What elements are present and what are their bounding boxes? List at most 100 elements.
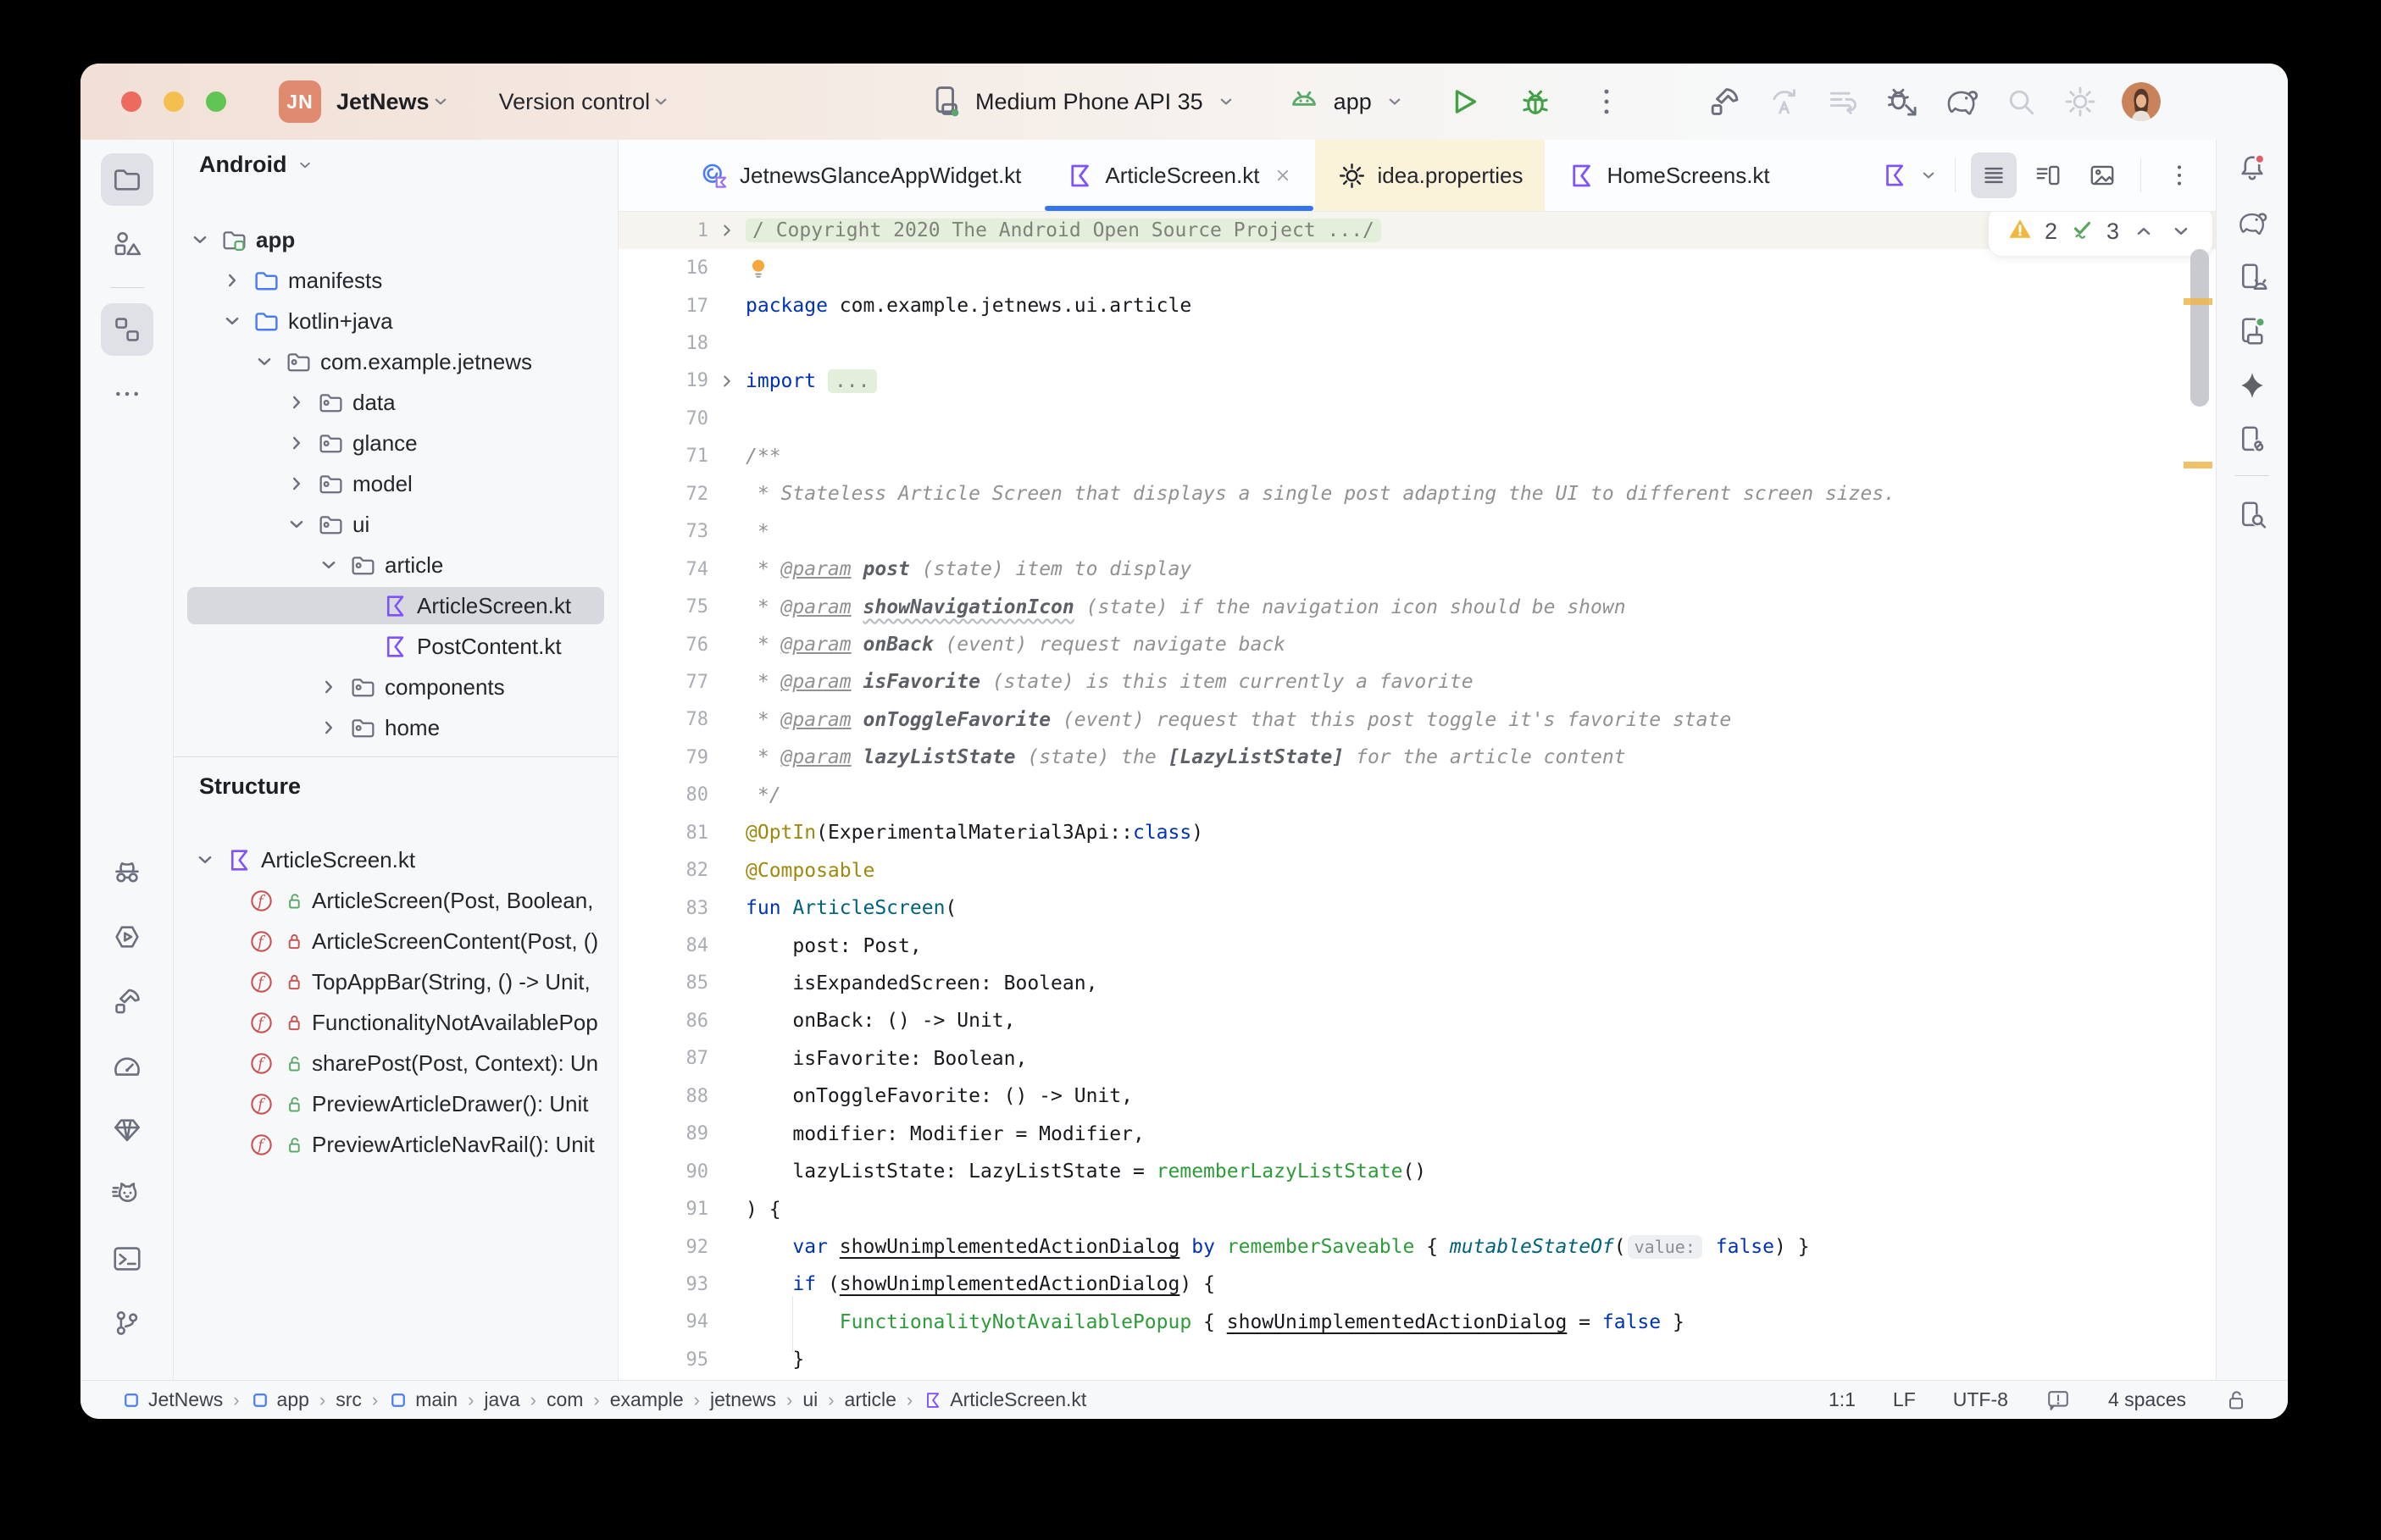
- user-avatar[interactable]: [2122, 82, 2161, 121]
- chevron-down-icon[interactable]: [284, 512, 309, 537]
- breadcrumb-item-src[interactable]: src: [336, 1388, 362, 1411]
- code-line-76[interactable]: 76 * @param onBack (event) request navig…: [619, 626, 2216, 663]
- warning-stripe-mark[interactable]: [2184, 462, 2212, 468]
- more-options-button[interactable]: [2156, 152, 2202, 198]
- structure-item[interactable]: f FunctionalityNotAvailablePop: [174, 1002, 618, 1043]
- tree-item-components[interactable]: components: [174, 667, 618, 707]
- code-line-90[interactable]: 90 lazyListState: LazyListState = rememb…: [619, 1153, 2216, 1190]
- more-tool-windows-button[interactable]: [101, 368, 153, 420]
- code-line-79[interactable]: 79 * @param lazyListState (state) the [L…: [619, 739, 2216, 776]
- line-number[interactable]: 92: [619, 1237, 708, 1258]
- encoding-indicator[interactable]: UTF-8: [1953, 1388, 2008, 1411]
- resource-manager-button[interactable]: [101, 218, 153, 270]
- app-quality-insights-button[interactable]: [101, 1104, 153, 1156]
- tab-homescreens-kt[interactable]: HomeScreens.kt: [1545, 140, 1791, 211]
- structure-file-row[interactable]: ArticleScreen.kt: [174, 839, 618, 880]
- code-line-87[interactable]: 87 isFavorite: Boolean,: [619, 1040, 2216, 1077]
- close-window-button[interactable]: [121, 91, 142, 112]
- line-number[interactable]: 85: [619, 972, 708, 994]
- close-icon[interactable]: [1273, 165, 1293, 186]
- chevron-right-icon[interactable]: [284, 390, 309, 415]
- line-number[interactable]: 93: [619, 1274, 708, 1295]
- tree-item-manifests[interactable]: manifests: [174, 260, 618, 301]
- line-number[interactable]: 77: [619, 672, 708, 693]
- tree-item-data[interactable]: data: [174, 382, 618, 423]
- tree-item-com-example-jetnews[interactable]: com.example.jetnews: [174, 341, 618, 382]
- terminal-button[interactable]: [101, 1233, 153, 1285]
- maximize-window-button[interactable]: [206, 91, 226, 112]
- code-line-19[interactable]: 19import ...: [619, 363, 2216, 400]
- structure-item[interactable]: f PreviewArticleNavRail(): Unit: [174, 1124, 618, 1165]
- device-explorer-button[interactable]: [2228, 491, 2276, 539]
- device-mirroring-button[interactable]: [2228, 416, 2276, 463]
- code-line-1[interactable]: 1/ Copyright 2020 The Android Open Sourc…: [619, 212, 2216, 249]
- tree-item-app[interactable]: app: [174, 219, 618, 260]
- code-line-70[interactable]: 70: [619, 400, 2216, 437]
- tree-item-articlescreen-kt[interactable]: ArticleScreen.kt: [174, 585, 618, 626]
- structure-tool-button[interactable]: [101, 303, 153, 356]
- version-control-menu[interactable]: Version control: [499, 89, 651, 115]
- code-line-92[interactable]: 92 var showUnimplementedActionDialog by …: [619, 1228, 2216, 1266]
- build-button[interactable]: [1707, 84, 1742, 119]
- sync-a-icon[interactable]: [1766, 84, 1801, 119]
- code-line-84[interactable]: 84 post: Post,: [619, 927, 2216, 964]
- line-number[interactable]: 83: [619, 898, 708, 919]
- breadcrumb-item-java[interactable]: java: [484, 1388, 519, 1411]
- run-configuration-selector[interactable]: app: [1334, 89, 1372, 115]
- hidden-tabs-chevron-icon[interactable]: [1918, 164, 1940, 186]
- line-number[interactable]: 90: [619, 1161, 708, 1183]
- line-number[interactable]: 70: [619, 408, 708, 429]
- line-number[interactable]: 74: [619, 559, 708, 580]
- structure-item[interactable]: f ArticleScreenContent(Post, (): [174, 921, 618, 961]
- intention-bulb-icon[interactable]: [746, 255, 771, 282]
- chevron-down-icon[interactable]: [219, 308, 245, 334]
- code-line-74[interactable]: 74 * @param post (state) item to display: [619, 551, 2216, 588]
- code-line-18[interactable]: 18: [619, 324, 2216, 362]
- running-devices-button[interactable]: [2228, 307, 2276, 355]
- chevron-right-icon[interactable]: [219, 268, 245, 293]
- split-view-button[interactable]: [2025, 152, 2071, 198]
- project-name-menu[interactable]: JetNews: [336, 89, 430, 115]
- code-line-17[interactable]: 17package com.example.jetnews.ui.article: [619, 287, 2216, 324]
- code-line-94[interactable]: 94 FunctionalityNotAvailablePopup { show…: [619, 1304, 2216, 1341]
- tab-articlescreen-kt[interactable]: ArticleScreen.kt: [1043, 140, 1315, 211]
- tree-item-glance[interactable]: glance: [174, 423, 618, 463]
- tree-item-postcontent-kt[interactable]: PostContent.kt: [174, 626, 618, 667]
- code-line-78[interactable]: 78 * @param onToggleFavorite (event) req…: [619, 701, 2216, 739]
- line-number[interactable]: 19: [619, 370, 708, 391]
- line-number[interactable]: 75: [619, 596, 708, 618]
- gradle-sync-button[interactable]: [1944, 84, 1979, 119]
- gradle-button[interactable]: [2228, 199, 2276, 247]
- fold-chevron-icon[interactable]: [708, 221, 746, 240]
- debug-button[interactable]: [1518, 84, 1553, 119]
- editor-view-button[interactable]: [1971, 152, 2017, 198]
- code-line-85[interactable]: 85 isExpandedScreen: Boolean,: [619, 965, 2216, 1002]
- chevron-down-icon[interactable]: [187, 227, 213, 252]
- previous-issue-button[interactable]: [2131, 219, 2156, 244]
- line-number[interactable]: 87: [619, 1048, 708, 1069]
- line-number[interactable]: 18: [619, 333, 708, 354]
- code-line-77[interactable]: 77 * @param isFavorite (state) is this i…: [619, 663, 2216, 701]
- chevron-right-icon[interactable]: [284, 471, 309, 496]
- hidden-tab-kotlin-icon[interactable]: [1880, 161, 1909, 190]
- line-number[interactable]: 76: [619, 634, 708, 656]
- code-line-93[interactable]: 93 if (showUnimplementedActionDialog) {: [619, 1266, 2216, 1303]
- code-line-95[interactable]: 95 }: [619, 1341, 2216, 1378]
- editor-scrollbar[interactable]: [2190, 249, 2209, 407]
- line-number[interactable]: 82: [619, 860, 708, 881]
- code-line-16[interactable]: 16: [619, 249, 2216, 286]
- fold-chevron-icon[interactable]: [708, 372, 746, 391]
- minimize-window-button[interactable]: [164, 91, 184, 112]
- breadcrumb-item-articlescreen-kt[interactable]: ArticleScreen.kt: [923, 1388, 1086, 1411]
- back-history-icon[interactable]: [1825, 84, 1861, 119]
- line-number[interactable]: 80: [619, 784, 708, 806]
- chevron-down-icon[interactable]: [252, 349, 277, 374]
- preview-view-button[interactable]: [2079, 152, 2125, 198]
- line-number[interactable]: 73: [619, 521, 708, 542]
- caret-position[interactable]: 1:1: [1829, 1388, 1856, 1411]
- breadcrumb-item-jetnews[interactable]: JetNews: [121, 1388, 223, 1411]
- next-issue-button[interactable]: [2168, 219, 2194, 244]
- line-number[interactable]: 16: [619, 258, 708, 279]
- chevron-down-icon[interactable]: [192, 847, 218, 872]
- more-actions-button[interactable]: [1589, 84, 1624, 119]
